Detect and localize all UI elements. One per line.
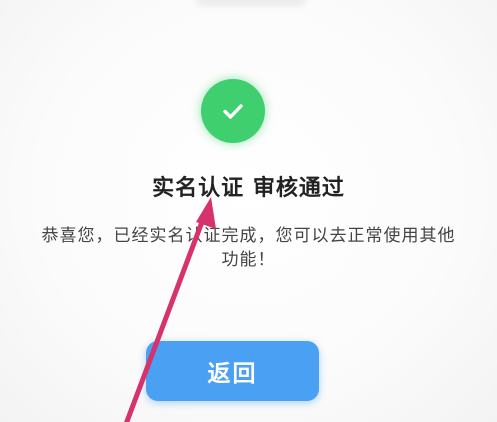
- back-button[interactable]: 返回: [146, 341, 319, 401]
- result-message: 恭喜您，已经实名认证完成，您可以去正常使用其他功能！: [41, 226, 456, 270]
- verification-result-page: 实名认证 审核通过 恭喜您，已经实名认证完成，您可以去正常使用其他功能！ 返回: [0, 0, 497, 422]
- success-checkmark-icon: [201, 79, 265, 143]
- result-title: 实名认证 审核通过: [152, 176, 345, 201]
- top-bar-remnant: [196, 0, 306, 6]
- checkmark-icon: [223, 104, 243, 119]
